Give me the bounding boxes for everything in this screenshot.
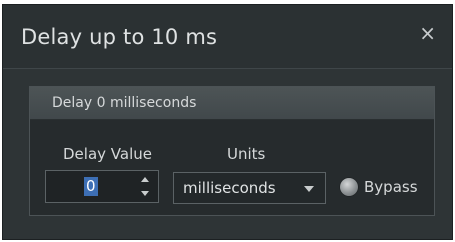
dialog-title: Delay up to 10 ms: [21, 25, 218, 49]
close-icon[interactable]: ×: [419, 23, 436, 43]
bypass-label: Bypass: [364, 178, 418, 196]
delay-value-label: Delay Value: [63, 145, 152, 163]
units-dropdown[interactable]: milliseconds: [173, 172, 326, 204]
spin-arrows: [138, 174, 152, 199]
delay-value-spinbox[interactable]: 0: [45, 170, 159, 203]
chevron-down-icon[interactable]: [141, 191, 149, 196]
panel-title: Delay 0 milliseconds: [52, 95, 197, 111]
radio-indicator-icon[interactable]: [340, 178, 358, 196]
delay-panel: Delay 0 milliseconds Delay Value Units 0…: [29, 86, 435, 216]
units-label: Units: [227, 145, 266, 163]
units-selected-value: milliseconds: [183, 179, 276, 197]
dialog-titlebar: Delay up to 10 ms ×: [3, 5, 452, 69]
caret-down-icon: [304, 186, 314, 192]
delay-dialog: Delay up to 10 ms × Delay 0 milliseconds…: [2, 4, 453, 240]
chevron-up-icon[interactable]: [141, 177, 149, 182]
delay-value-input[interactable]: 0: [84, 177, 98, 196]
panel-header: Delay 0 milliseconds: [30, 87, 434, 120]
